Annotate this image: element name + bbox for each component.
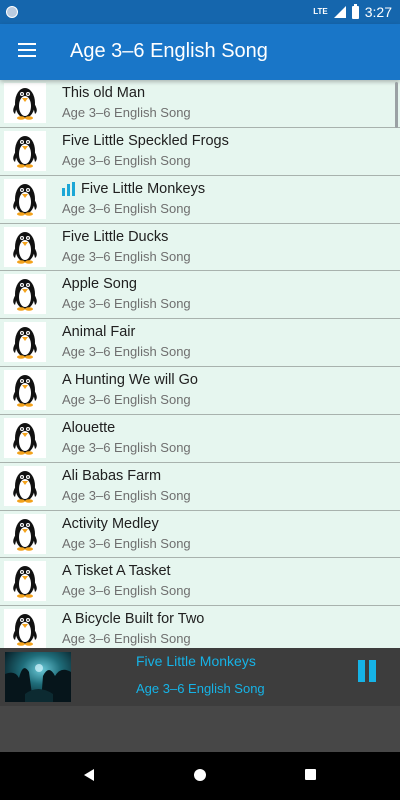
song-text: Activity Medley Age 3–6 English Song bbox=[62, 515, 390, 552]
penguin-icon bbox=[4, 513, 46, 554]
song-list-item[interactable]: A Hunting We will Go Age 3–6 English Song bbox=[0, 367, 400, 415]
penguin-icon bbox=[4, 226, 46, 267]
song-title: Ali Babas Farm bbox=[62, 467, 390, 485]
notification-icon bbox=[6, 6, 18, 18]
penguin-icon bbox=[4, 465, 46, 506]
song-title: Five Little Speckled Frogs bbox=[62, 132, 390, 150]
song-list-item[interactable]: Alouette Age 3–6 English Song bbox=[0, 415, 400, 463]
song-text: Alouette Age 3–6 English Song bbox=[62, 419, 390, 456]
now-playing-icon bbox=[62, 181, 75, 196]
penguin-icon bbox=[4, 561, 46, 602]
song-text: This old Man Age 3–6 English Song bbox=[62, 84, 390, 121]
song-list-item[interactable]: A Tisket A Tasket Age 3–6 English Song bbox=[0, 558, 400, 607]
song-title-text: This old Man bbox=[62, 85, 146, 101]
signal-icon bbox=[333, 6, 346, 18]
song-title: A Hunting We will Go bbox=[62, 371, 390, 389]
app-title: Age 3–6 English Song bbox=[70, 40, 268, 62]
penguin-icon bbox=[4, 417, 46, 458]
home-icon[interactable] bbox=[194, 769, 206, 781]
status-time: 3:27 bbox=[364, 4, 392, 20]
song-title-text: Apple Song bbox=[62, 276, 137, 293]
song-list-item[interactable]: Five Little Ducks Age 3–6 English Song bbox=[0, 224, 400, 272]
penguin-icon bbox=[4, 322, 46, 363]
song-title-text: Five Little Speckled Frogs bbox=[62, 132, 229, 149]
song-title: Five Little Monkeys bbox=[62, 180, 390, 198]
song-subtitle: Age 3–6 English Song bbox=[62, 344, 191, 360]
song-subtitle: Age 3–6 English Song bbox=[62, 535, 191, 551]
song-subtitle: Age 3–6 English Song bbox=[62, 392, 191, 408]
song-title-text: Activity Medley bbox=[62, 515, 159, 532]
mini-player-title: Five Little Monkeys bbox=[136, 653, 256, 669]
menu-icon[interactable] bbox=[18, 43, 36, 57]
song-list-item[interactable]: Apple Song Age 3–6 English Song bbox=[0, 271, 400, 320]
song-title-text: Alouette bbox=[62, 419, 116, 436]
song-subtitle: Age 3–6 English Song bbox=[62, 487, 191, 503]
song-list[interactable]: This old Man Age 3–6 English Song Five Lit… bbox=[0, 80, 400, 648]
status-bar: LTE 3:27 bbox=[0, 0, 400, 24]
mini-player-subtitle: Age 3–6 English Song bbox=[136, 681, 265, 696]
song-subtitle: Age 3–6 English Song bbox=[62, 439, 191, 455]
system-nav-bar bbox=[0, 752, 400, 800]
song-text: Five Little Monkeys Age 3–6 English Song bbox=[62, 180, 390, 217]
song-text: Five Little Speckled Frogs Age 3–6 Englis… bbox=[62, 132, 390, 169]
pause-button[interactable] bbox=[354, 658, 380, 684]
song-subtitle: Age 3–6 English Song bbox=[62, 152, 191, 168]
song-text: A Bicycle Built for Two Age 3–6 English S… bbox=[62, 610, 390, 647]
song-text: Ali Babas Farm Age 3–6 English Song bbox=[62, 467, 390, 504]
song-subtitle: Age 3–6 English Song bbox=[62, 583, 191, 599]
song-title: A Bicycle Built for Two bbox=[62, 610, 390, 628]
song-title: Five Little Ducks bbox=[62, 228, 390, 246]
song-list-item[interactable]: Animal Fair Age 3–6 English Song bbox=[0, 319, 400, 368]
song-text: Five Little Ducks Age 3–6 English Song bbox=[62, 228, 390, 265]
song-list-item[interactable]: Five Little Monkeys Age 3–6 English Song bbox=[0, 176, 400, 224]
song-title: Activity Medley bbox=[62, 515, 390, 533]
song-text: Animal Fair Age 3–6 English Song bbox=[62, 323, 390, 360]
song-title-text: Five Little Ducks bbox=[62, 228, 169, 245]
song-title-text: Animal Fair bbox=[62, 324, 136, 341]
penguin-icon bbox=[4, 178, 46, 219]
song-subtitle: Age 3–6 English Song bbox=[62, 200, 191, 216]
back-icon[interactable] bbox=[84, 769, 94, 781]
pause-icon bbox=[358, 660, 365, 682]
penguin-icon bbox=[4, 609, 46, 648]
song-title: Alouette bbox=[62, 419, 390, 437]
song-title: Animal Fair bbox=[62, 323, 390, 341]
song-subtitle: Age 3–6 English Song bbox=[62, 248, 191, 264]
recents-icon[interactable] bbox=[305, 769, 316, 780]
lte-icon: LTE bbox=[313, 7, 328, 16]
song-list-item[interactable]: Ali Babas Farm Age 3–6 English Song bbox=[0, 463, 400, 511]
song-list-item[interactable]: Five Little Speckled Frogs Age 3–6 Englis… bbox=[0, 128, 400, 176]
song-title: This old Man bbox=[62, 84, 390, 102]
song-text: A Hunting We will Go Age 3–6 English Song bbox=[62, 371, 390, 408]
song-list-item[interactable]: This old Man Age 3–6 English Song bbox=[0, 80, 400, 128]
song-list-item[interactable]: Activity Medley Age 3–6 English Song bbox=[0, 511, 400, 559]
song-text: A Tisket A Tasket Age 3–6 English Song bbox=[62, 562, 390, 599]
song-subtitle: Age 3–6 English Song bbox=[62, 631, 191, 647]
penguin-icon bbox=[4, 370, 46, 411]
mini-player[interactable]: Five Little Monkeys Age 3–6 English Song bbox=[0, 648, 400, 706]
list-scrollbar[interactable] bbox=[395, 82, 398, 128]
penguin-icon bbox=[4, 83, 46, 123]
app-bar: Age 3–6 English Song bbox=[0, 24, 400, 80]
song-title-text: A Tisket A Tasket bbox=[62, 563, 171, 580]
song-title: A Tisket A Tasket bbox=[62, 562, 390, 580]
penguin-icon bbox=[4, 130, 46, 171]
battery-icon bbox=[351, 3, 359, 19]
song-subtitle: Age 3–6 English Song bbox=[62, 105, 191, 120]
song-title-text: Ali Babas Farm bbox=[62, 467, 162, 484]
song-list-item[interactable]: A Bicycle Built for Two Age 3–6 English S… bbox=[0, 606, 400, 648]
empty-area bbox=[0, 706, 400, 752]
status-icons: LTE 3:27 bbox=[313, 3, 392, 21]
song-title-text: A Bicycle Built for Two bbox=[62, 611, 205, 628]
song-title: Apple Song bbox=[62, 275, 390, 293]
song-text: Apple Song Age 3–6 English Song bbox=[62, 275, 390, 312]
song-title-text: A Hunting We will Go bbox=[62, 372, 198, 389]
song-subtitle: Age 3–6 English Song bbox=[62, 296, 191, 312]
album-art[interactable] bbox=[5, 652, 71, 702]
song-title-text: Five Little Monkeys bbox=[81, 180, 206, 197]
penguin-icon bbox=[4, 274, 46, 315]
